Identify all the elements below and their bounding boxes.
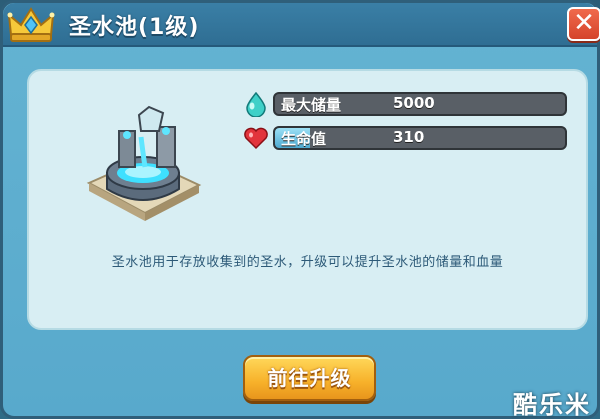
building-description: 圣水池用于存放收集到的圣水，升级可以提升圣水池的储量和血量 [111,255,504,270]
dialog-title-bar: 圣水池(1级) [3,3,597,47]
stat-value-capacity: 5000 [393,94,435,112]
heart-icon [244,127,268,150]
crown-icon [7,7,55,42]
stat-value-health: 310 [393,128,425,146]
water-drop-icon [246,91,266,117]
stat-row-health: 生命值 310 [243,125,573,153]
close-button[interactable]: ✕ [567,7,600,41]
stat-row-capacity: 最大储量 5000 [243,91,573,119]
stat-label-health: 生命值 [281,130,327,148]
go-upgrade-button[interactable]: 前往升级 [243,355,376,401]
close-icon: ✕ [573,8,595,38]
stat-label-capacity: 最大储量 [281,96,342,114]
building-info-dialog: 圣水池(1级) ✕ 最大储量 5000 生命值 310 圣水池用于存放收集到的圣… [0,0,600,419]
dialog-title: 圣水池(1级) [69,15,200,40]
watermark-logo: 酷乐米 [513,391,591,419]
elixir-well-image [86,105,202,221]
